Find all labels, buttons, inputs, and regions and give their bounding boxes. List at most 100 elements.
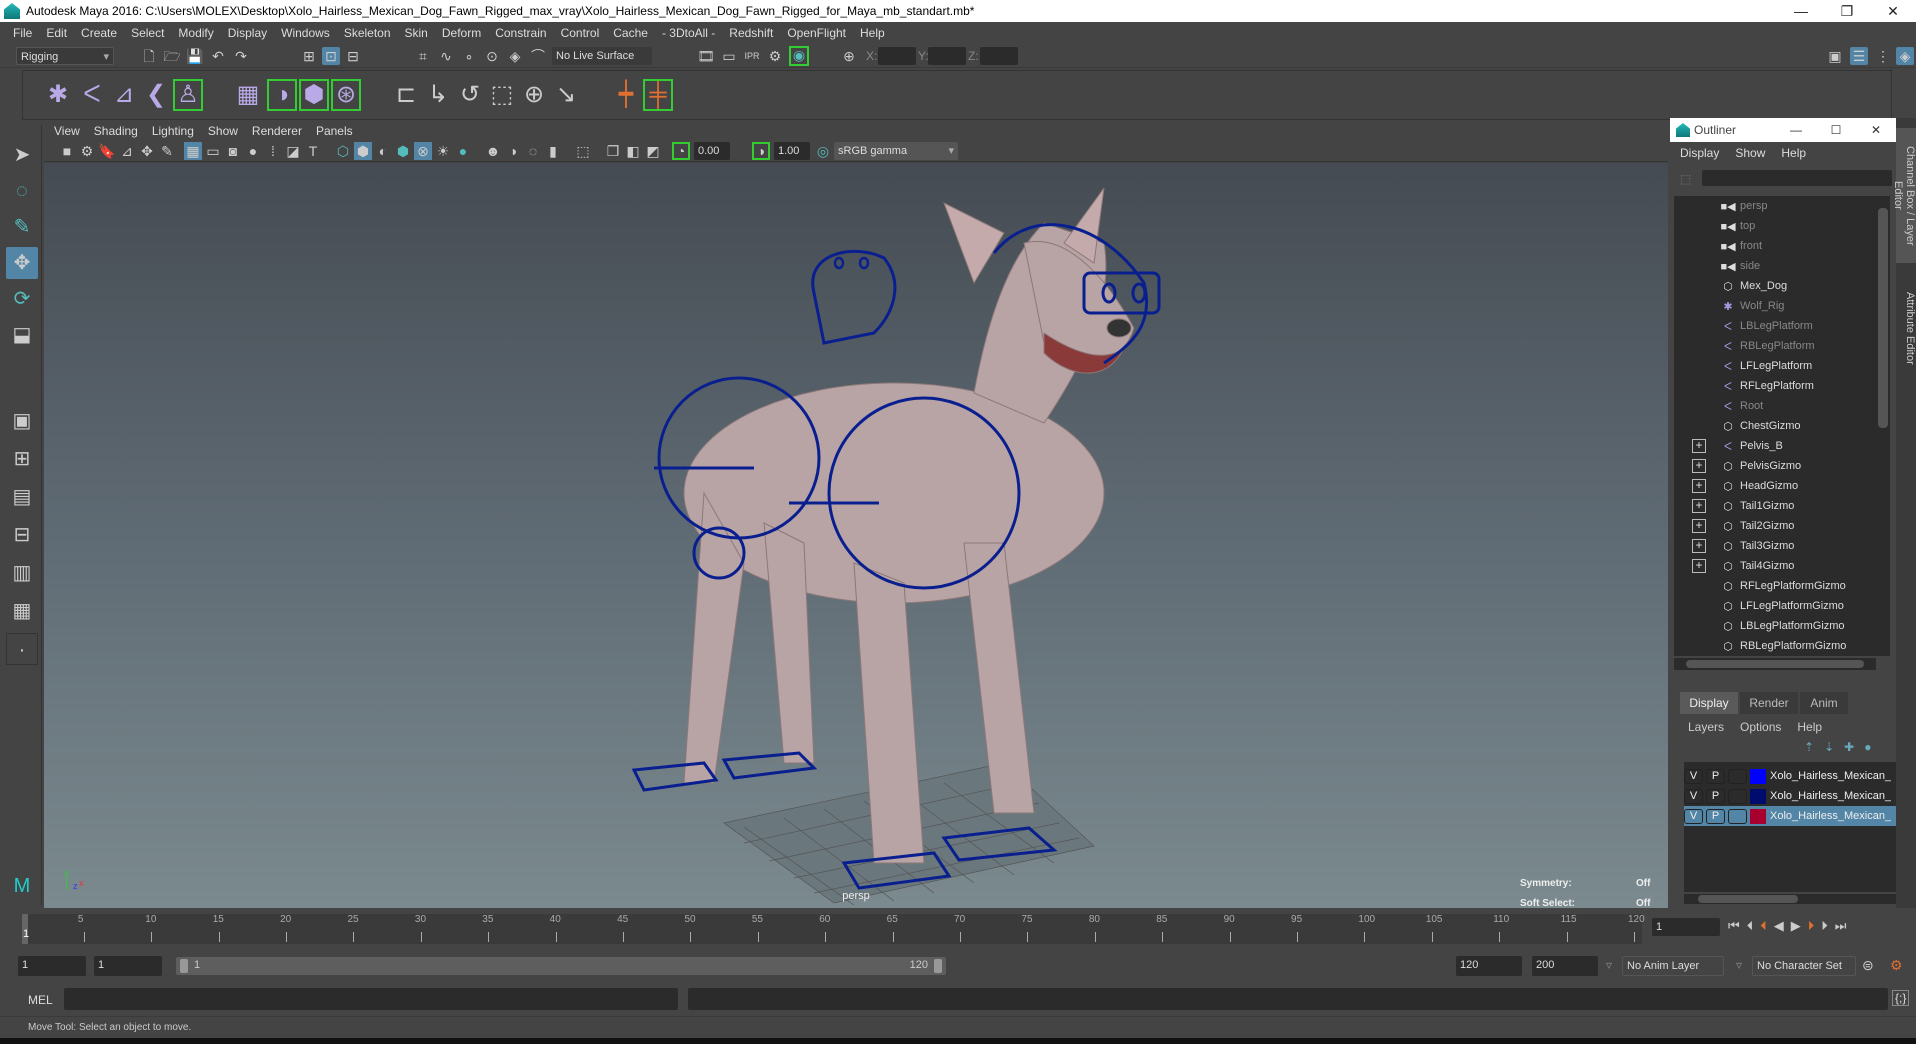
isolate-select-icon[interactable]: ▮ <box>544 142 562 160</box>
layer-tab-anim[interactable]: Anim <box>1800 692 1848 714</box>
panel-menu-lighting[interactable]: Lighting <box>152 124 202 138</box>
animation-start-field[interactable]: 1 <box>18 956 86 976</box>
outliner-minimize-button[interactable]: — <box>1776 123 1816 137</box>
dog-model[interactable] <box>683 187 1135 864</box>
command-language-label[interactable]: MEL <box>28 993 53 1007</box>
menu-openflight[interactable]: OpenFlight <box>780 26 853 40</box>
outliner-menu-show[interactable]: Show <box>1735 146 1765 160</box>
command-input[interactable] <box>64 988 678 1010</box>
backface-culling-icon[interactable]: ◩ <box>644 142 662 160</box>
exposure-field[interactable]: 0.00 <box>694 142 730 160</box>
undo-icon[interactable]: ↶ <box>209 47 227 65</box>
menu-windows[interactable]: Windows <box>274 26 337 40</box>
bookmark-icon[interactable]: 🔖 <box>98 142 116 160</box>
xray-icon[interactable]: ⬚ <box>574 142 592 160</box>
layer-color-swatch[interactable] <box>1750 808 1766 824</box>
anim-layer-dropdown[interactable]: No Anim Layer <box>1622 956 1724 976</box>
film-gate-icon[interactable]: ▭ <box>204 142 222 160</box>
new-empty-layer-icon[interactable]: ✚ <box>1844 740 1854 754</box>
layer-visibility-toggle[interactable]: V <box>1684 768 1703 784</box>
cluster-icon[interactable]: ⊛ <box>331 79 361 111</box>
outliner-persp-layout-icon[interactable]: ▤ <box>6 481 38 513</box>
custom-layout-icon[interactable]: ▦ <box>6 595 38 627</box>
grease-pencil-icon[interactable]: ✎ <box>158 142 176 160</box>
menu-control[interactable]: Control <box>554 26 607 40</box>
ambient-occlusion-icon[interactable]: ● <box>454 142 472 160</box>
bind-skin-icon[interactable]: ◑ <box>267 79 297 111</box>
layer-color-swatch[interactable] <box>1750 768 1766 784</box>
panel-menu-renderer[interactable]: Renderer <box>252 124 310 138</box>
expand-icon[interactable]: + <box>1692 479 1706 493</box>
expand-icon[interactable]: + <box>1692 559 1706 573</box>
outliner-item[interactable]: ⬡ LFLegPlatformGizmo <box>1674 596 1876 616</box>
outliner-menu-help[interactable]: Help <box>1781 146 1806 160</box>
paint-select-tool-icon[interactable]: ✎ <box>6 211 38 243</box>
layer-row[interactable]: V P Xolo_Hairless_Mexican_ <box>1684 766 1896 786</box>
outliner-item[interactable]: ■◀ top <box>1674 216 1876 236</box>
outliner-item[interactable]: + ⬡ HeadGizmo <box>1674 476 1876 496</box>
outliner-item[interactable]: + ⬡ Tail2Gizmo <box>1674 516 1876 536</box>
menu-3dtoall[interactable]: - 3DtoAll - <box>655 26 722 40</box>
outliner-item[interactable]: ■◀ front <box>1674 236 1876 256</box>
panel-menu-show[interactable]: Show <box>208 124 246 138</box>
outliner-item[interactable]: ⬡ LBLegPlatformGizmo <box>1674 616 1876 636</box>
select-tool-icon[interactable]: ➤ <box>6 139 38 171</box>
grid-icon[interactable]: ▦ <box>184 142 202 160</box>
outliner-item[interactable]: ⬡ RFLegPlatformGizmo <box>1674 576 1876 596</box>
minimize-button[interactable]: — <box>1778 3 1824 19</box>
point-constraint-icon[interactable]: ↳ <box>423 79 453 111</box>
scale-constraint-icon[interactable]: ⬚ <box>487 79 517 111</box>
scrollbar-thumb[interactable] <box>1686 660 1864 668</box>
camera-select-icon[interactable]: ■ <box>58 142 76 160</box>
new-layer-selected-icon[interactable]: ● <box>1864 740 1871 754</box>
outliner-vertical-scrollbar[interactable] <box>1876 196 1890 656</box>
render-settings-icon[interactable]: ⚙ <box>766 47 784 65</box>
range-end-handle[interactable] <box>934 959 942 973</box>
layer-playback-toggle[interactable]: P <box>1706 768 1725 784</box>
tool-settings-icon[interactable]: ⋮ <box>1874 47 1892 65</box>
move-layer-down-icon[interactable]: ⇣ <box>1824 740 1834 754</box>
layer-tab-render[interactable]: Render <box>1740 692 1798 714</box>
parent-constraint-icon[interactable]: ⊏ <box>391 79 421 111</box>
layer-row[interactable]: V P Xolo_Hairless_Mexican_ <box>1684 786 1896 806</box>
color-space-dropdown[interactable]: sRGB gamma ▾ <box>834 142 958 160</box>
multisample-aa-icon[interactable]: ◑ <box>504 142 522 160</box>
range-start-handle[interactable] <box>180 959 188 973</box>
camera-attributes-icon[interactable]: ⚙ <box>78 142 96 160</box>
layer-display-type-toggle[interactable] <box>1728 808 1747 824</box>
layer-display-type-toggle[interactable] <box>1728 788 1747 804</box>
panel-menu-shading[interactable]: Shading <box>94 124 146 138</box>
hypershade-layout-icon[interactable]: ▥ <box>6 557 38 589</box>
step-back-key-icon[interactable]: ⏴ <box>1760 918 1767 934</box>
live-surface-field[interactable]: No Live Surface <box>552 47 652 65</box>
menu-modify[interactable]: Modify <box>171 26 220 40</box>
outliner-close-button[interactable]: ✕ <box>1856 123 1896 137</box>
step-back-frame-icon[interactable]: ⏴ <box>1747 918 1754 934</box>
layer-menu-help[interactable]: Help <box>1797 720 1822 734</box>
anim-layer-dropdown-icon[interactable]: ▿ <box>1606 958 1612 972</box>
time-ruler[interactable]: 1 5 10 15 20 25 30 35 40 45 50 55 60 65 70 75 80 85 90 95 1… <box>22 914 1645 944</box>
wireframe-on-shaded-icon[interactable]: ◐ <box>374 142 392 160</box>
smooth-shade-icon[interactable]: ⬢ <box>354 142 372 160</box>
aim-constraint-icon[interactable]: ⊕ <box>519 79 549 111</box>
snap-curve-icon[interactable]: ∿ <box>437 47 455 65</box>
paint-weights-icon[interactable]: ▦ <box>233 79 263 111</box>
expand-icon[interactable]: + <box>1692 519 1706 533</box>
animation-end-field[interactable]: 200 <box>1532 956 1598 976</box>
humanik-icon[interactable]: ♙ <box>173 79 203 111</box>
script-editor-icon[interactable]: {;} <box>1892 990 1910 1006</box>
exposure-icon[interactable]: ◔ <box>672 142 690 160</box>
filter-icon[interactable]: ⬚ <box>1680 172 1691 186</box>
scrollbar-thumb[interactable] <box>1878 208 1888 428</box>
set-driven-key-icon[interactable]: ╪ <box>643 79 673 111</box>
color-management-toggle-icon[interactable]: ◎ <box>814 142 832 160</box>
go-to-end-icon[interactable]: ⏭ <box>1835 918 1847 934</box>
tab-channel-box-layer-editor[interactable]: Channel Box / Layer Editor <box>1892 128 1916 263</box>
channel-box-toggle-icon[interactable]: ◈ <box>1896 47 1914 65</box>
menu-cache[interactable]: Cache <box>606 26 655 40</box>
layer-name[interactable]: Xolo_Hairless_Mexican_ <box>1770 770 1891 782</box>
menu-create[interactable]: Create <box>74 26 124 40</box>
layer-visibility-toggle[interactable]: V <box>1684 788 1703 804</box>
go-to-start-icon[interactable]: ⏮ <box>1728 918 1740 934</box>
scrollbar-thumb[interactable] <box>1698 895 1798 903</box>
